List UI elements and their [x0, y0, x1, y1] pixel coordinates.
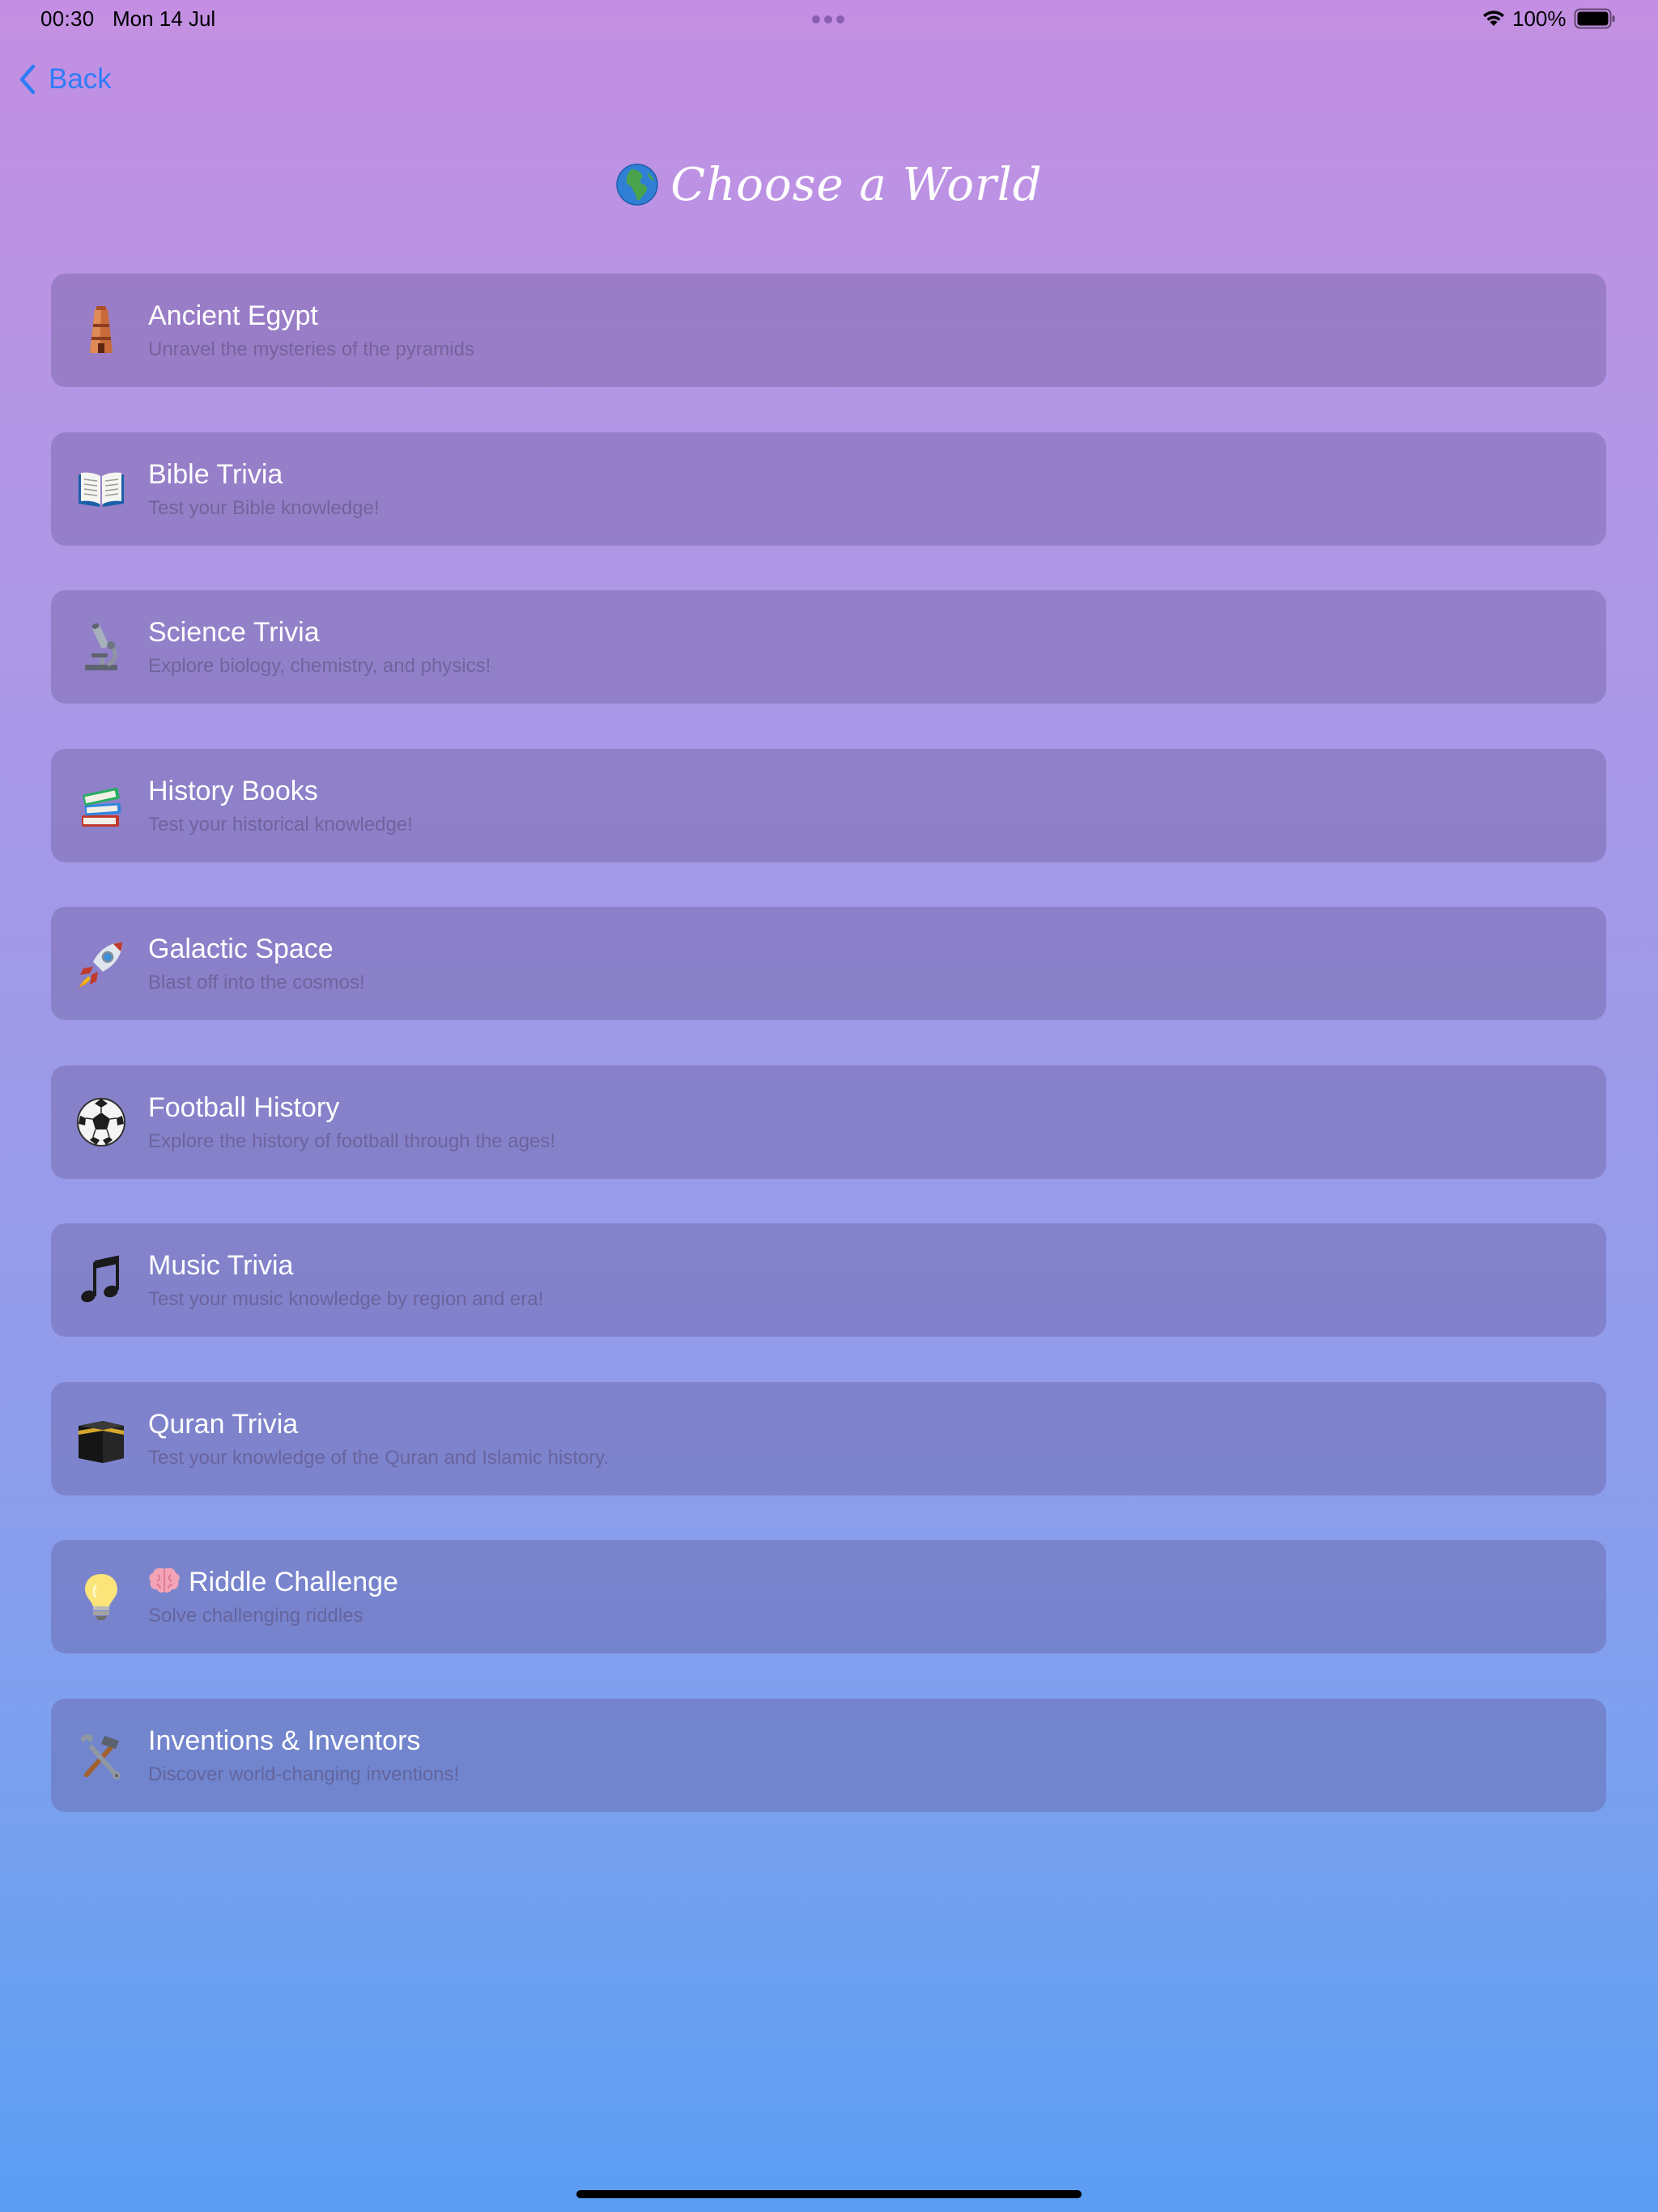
status-bar: 00:30 Mon 14 Jul 100%: [0, 0, 1658, 39]
world-title: Football History: [148, 1091, 340, 1123]
world-card-inventions-inventors[interactable]: Inventions & Inventors Discover world-ch…: [51, 1698, 1606, 1812]
microscope-icon: [85, 623, 117, 670]
world-card-galactic-space[interactable]: Galactic Space Blast off into the cosmos…: [51, 907, 1606, 1020]
world-card-quran-trivia[interactable]: Quran Trivia Test your knowledge of the …: [51, 1381, 1606, 1495]
world-card-ancient-egypt[interactable]: Ancient Egypt Unravel the mysteries of t…: [51, 274, 1606, 387]
music-note-icon: [81, 1255, 119, 1303]
globe-africa-icon: [616, 164, 659, 206]
world-title: Science Trivia: [148, 617, 320, 648]
books-icon: [82, 787, 121, 827]
world-title-text: Riddle Challenge: [189, 1567, 398, 1597]
world-subtitle: Blast off into the cosmos!: [148, 972, 365, 993]
world-subtitle: Explore biology, chemistry, and physics!: [148, 655, 491, 677]
world-subtitle: Unravel the mysteries of the pyramids: [148, 338, 474, 360]
open-book-icon: [79, 472, 124, 507]
world-subtitle: Test your historical knowledge!: [148, 813, 413, 836]
world-card-bible-trivia[interactable]: Bible Trivia Test your Bible knowledge!: [51, 432, 1606, 546]
temple-icon: [90, 306, 113, 353]
world-subtitle: Test your Bible knowledge!: [148, 496, 380, 519]
world-title: Riddle Challenge: [148, 1567, 398, 1598]
world-subtitle: Discover world-changing inventions!: [148, 1763, 460, 1785]
world-title: History Books: [148, 775, 318, 806]
world-title: Ancient Egypt: [148, 300, 318, 331]
world-subtitle: Explore the history of football through …: [148, 1129, 555, 1152]
world-card-football-history[interactable]: Football History Explore the history of …: [51, 1065, 1606, 1179]
world-card-music-trivia[interactable]: Music Trivia Test your music knowledge b…: [51, 1223, 1606, 1337]
world-title: Quran Trivia: [148, 1408, 299, 1440]
chevron-left-icon: [19, 64, 36, 95]
world-title: Music Trivia: [148, 1250, 294, 1281]
multitasking-menu-icon[interactable]: [812, 15, 844, 23]
battery-icon: [1574, 8, 1615, 29]
world-title: Inventions & Inventors: [148, 1725, 421, 1756]
home-indicator[interactable]: [576, 2190, 1082, 2198]
brain-icon: [149, 1568, 180, 1593]
world-subtitle: Test your music knowledge by region and …: [148, 1288, 544, 1310]
world-subtitle: Test your knowledge of the Quran and Isl…: [148, 1446, 610, 1469]
wifi-icon: [1483, 11, 1504, 26]
rocket-icon: [79, 942, 122, 988]
world-list: Ancient Egypt Unravel the mysteries of t…: [51, 274, 1606, 1857]
battery-percentage: 100%: [1512, 6, 1567, 31]
back-button[interactable]: Back: [18, 58, 112, 100]
world-title: Galactic Space: [148, 934, 334, 964]
status-time: 00:30: [40, 6, 95, 31]
world-title: Bible Trivia: [148, 458, 283, 490]
page-title: Choose a World: [0, 159, 1658, 211]
page-title-text: Choose a World: [670, 159, 1043, 211]
hammer-wrench-icon: [81, 1733, 121, 1780]
world-card-history-books[interactable]: History Books Test your historical knowl…: [51, 748, 1606, 862]
soccer-ball-icon: [77, 1097, 125, 1146]
status-date: Mon 14 Jul: [113, 6, 216, 31]
back-label: Back: [49, 63, 112, 95]
lightbulb-icon: [85, 1574, 117, 1620]
world-card-science-trivia[interactable]: Science Trivia Explore biology, chemistr…: [51, 590, 1606, 704]
world-card-riddle-challenge[interactable]: Riddle Challenge Solve challenging riddl…: [51, 1540, 1606, 1653]
world-subtitle: Solve challenging riddles: [148, 1605, 363, 1627]
kaaba-icon: [79, 1420, 124, 1463]
